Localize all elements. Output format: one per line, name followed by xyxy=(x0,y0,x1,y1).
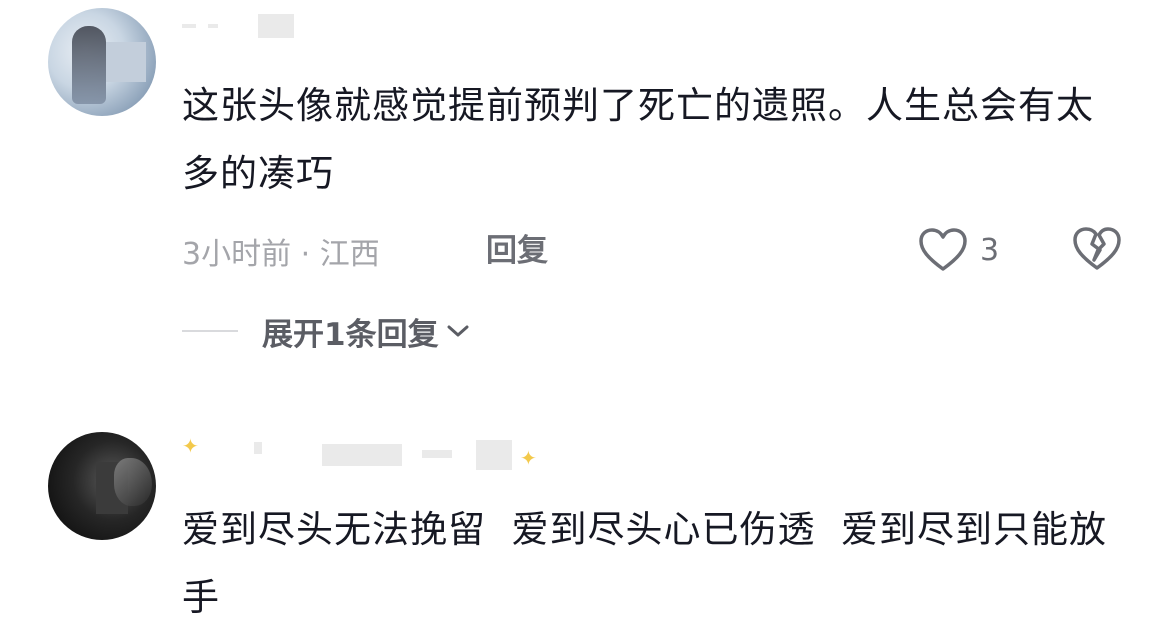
expand-replies-label: 展开1条回复 xyxy=(262,316,439,353)
username-redacted[interactable] xyxy=(182,14,302,40)
reply-button[interactable]: 回复 xyxy=(486,228,548,274)
comment-meta: 3小时前 · 江西 xyxy=(182,237,380,272)
sparkle-icon: ✦ xyxy=(182,434,199,458)
heart-outline-icon xyxy=(919,228,967,271)
sparkle-icon: ✦ xyxy=(520,446,537,470)
avatar-figure xyxy=(114,458,152,506)
divider-line xyxy=(182,330,238,332)
comment-text: 这张头像就感觉提前预判了死亡的遗照。人生总会有太多的凑巧 xyxy=(182,84,1094,195)
avatar-figure xyxy=(72,26,106,104)
avatar[interactable] xyxy=(48,432,156,540)
username-redacted[interactable]: ✦ ✦ xyxy=(182,434,562,470)
dislike-button[interactable] xyxy=(1072,226,1122,276)
comment-text: 爱到尽头无法挽留 爱到尽头心已伤透 爱到尽到只能放手 xyxy=(182,508,1108,619)
like-button[interactable]: 3 xyxy=(918,224,999,276)
broken-heart-icon xyxy=(1073,227,1121,270)
avatar[interactable] xyxy=(48,8,156,116)
like-count: 3 xyxy=(980,232,1000,268)
expand-replies-button[interactable]: 展开1条回复 xyxy=(182,308,469,354)
avatar-blur xyxy=(106,42,146,82)
chevron-down-icon xyxy=(447,325,469,337)
